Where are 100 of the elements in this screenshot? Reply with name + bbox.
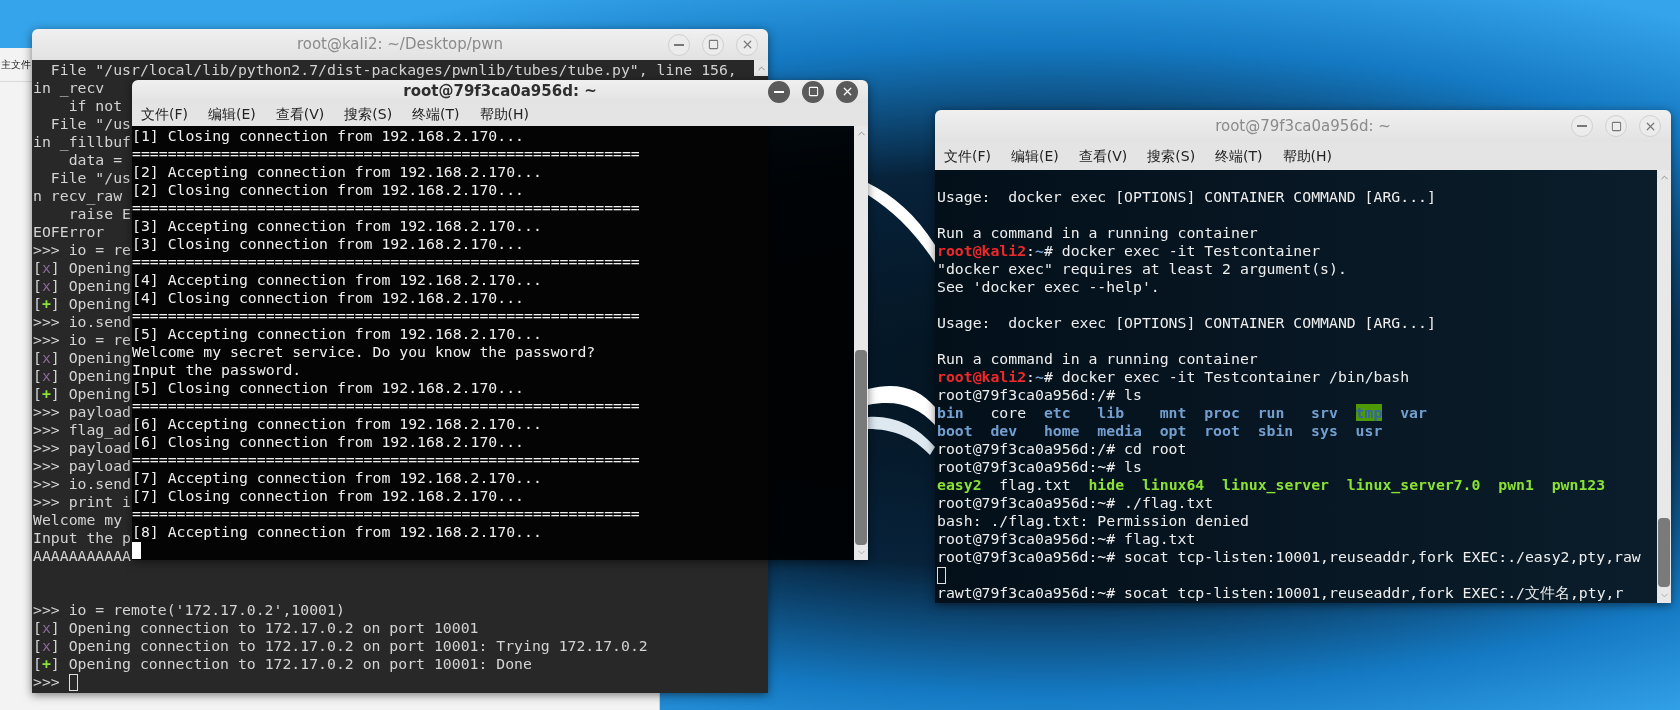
prompt-text: >>> [33,673,60,691]
menu-item[interactable]: 查看(V) [274,104,326,125]
terminal-line: [5] Accepting connection from 192.168.2.170... [132,325,542,343]
terminal-line: [+] Opening [33,295,132,313]
terminal-line: root@kali2:~# docker exec -it Testcontainer /bin/bash [937,368,1410,386]
terminal-line: [8] Accepting connection from 192.168.2.170... [132,523,542,541]
minimize-button[interactable] [1571,115,1593,137]
terminal-line: root@79f3ca0a956d:~# socat tcp-listen:10001,reuseaddr,fork EXEC:./easy2,pty,raw [937,548,1641,566]
minimize-button[interactable] [768,80,790,103]
terminal-line: ========================================================= [132,307,640,325]
terminal-line: [x] Opening [33,277,132,295]
terminal-line: root@79f3ca0a956d:/# cd root [937,440,1187,458]
menu-item[interactable]: 搜索(S) [1146,145,1197,167]
scrollbar[interactable] [854,126,868,560]
file-name: hide [1088,476,1125,494]
terminal-line: [x] Opening [33,367,132,385]
terminal-line: >>> io.send [33,313,131,331]
terminal-line: Usage: docker exec [OPTIONS] CONTAINER COMMAND [ARG...] [937,188,1436,206]
terminal-line: root@79f3ca0a956d:~# ./flag.txt [937,494,1214,512]
terminal-line: >>> payload [33,403,131,421]
file-name: pwn1 [1498,476,1534,494]
terminal-line: [4] Closing connection from 192.168.2.170... [132,289,524,307]
terminal-line: in _fillbuf [33,133,131,151]
file-name: run [1257,404,1285,421]
file-name: root [1204,422,1240,439]
terminal-line: [+] Opening [33,385,132,403]
scrollbar[interactable] [1657,170,1671,603]
menu-item[interactable]: 帮助(H) [478,104,531,125]
terminal-line: [x] Opening [33,259,132,277]
terminal-line: root@kali2:~# docker exec -it Testcontainer [937,242,1321,260]
file-name: mnt [1159,404,1187,421]
terminal-line: [1] Closing connection from 192.168.2.170... [132,127,524,145]
terminal-line: [4] Accepting connection from 192.168.2.170... [132,271,542,289]
file-name: linux64 [1141,476,1205,494]
terminal-line: [3] Accepting connection from 192.168.2.170... [132,217,542,235]
file-name: bin [937,404,964,421]
menu-item[interactable]: 终端(T) [411,104,461,125]
minimize-icon [674,43,684,46]
terminal-line: in _recv [33,79,105,97]
terminal-line: >>> io = remote('172.17.0.2',10001) [33,601,345,619]
terminal-line: Input the password. [132,361,302,379]
menu-item[interactable]: 搜索(S) [343,104,394,125]
terminal-line: >>> flag_ad [33,421,131,439]
file-name: easy2 [937,476,982,494]
terminal-line: File "/us [49,169,131,187]
terminal-line: "docker exec" requires at least 2 argument(s). [937,260,1347,278]
terminal-line: root@79f3ca0a956d:/# ls [937,386,1142,404]
terminal-line: root@79f3ca0a956d:~# ls [937,458,1142,476]
terminal-line: ========================================================= [132,397,640,415]
file-name: tmp [1355,404,1383,421]
scrollbar-thumb[interactable] [1658,518,1670,588]
maximize-button[interactable] [802,80,824,103]
terminal-line: File "/usr/local/lib/python2.7/dist-packages/pwnlib/tubes/tube.py", line 156, [49,61,737,79]
close-button[interactable] [736,33,758,56]
terminal-line: [+] Opening connection to 172.17.0.2 on port 10001: Done [33,655,532,673]
maximize-button[interactable] [702,33,724,56]
file-name: opt [1159,422,1187,439]
scrollbar-thumb[interactable] [855,349,867,545]
terminal-line: ========================================================= [132,145,640,163]
minimize-button[interactable] [668,33,690,56]
file-name: dev [990,422,1018,439]
terminal-line: File "/us [49,115,131,133]
maximize-icon [807,86,819,97]
menu-item[interactable]: 终端(T) [1214,145,1264,167]
window-title: root@kali2: ~/Desktop/pwn [296,34,504,56]
terminal-line: Welcome my [33,511,123,529]
terminal-line: [5] Closing connection from 192.168.2.170... [132,379,524,397]
terminal-line: >>> payload [33,439,131,457]
menu-item[interactable]: 编辑(E) [207,104,257,125]
menu-item[interactable]: 文件(F) [943,145,992,167]
terminal-line: [x] Opening [33,349,132,367]
terminal-line: ========================================================= [132,505,640,523]
menu-item[interactable]: 帮助(H) [1281,145,1334,167]
terminal-line: if not [67,97,123,115]
close-button[interactable] [836,80,858,103]
terminal-line: >>> io = re [33,331,131,349]
terminal-line: [7] Accepting connection from 192.168.2.170... [132,469,542,487]
terminal-line: AAAAAAAAAAA [33,547,131,565]
terminal-line: >>> io.send [33,475,131,493]
folder-label: 主文件 [1,58,31,72]
file-name: sys [1311,422,1338,439]
file-name: usr [1355,422,1383,439]
terminal-line: [6] Closing connection from 192.168.2.170... [132,433,524,451]
file-name: linux_server7.0 [1346,476,1481,494]
terminal-line: [7] Closing connection from 192.168.2.170... [132,487,524,505]
terminal-line: ========================================================= [132,199,640,217]
terminal-line: Input the p [33,529,131,547]
menu-item[interactable]: 编辑(E) [1010,145,1060,167]
terminal-line: Welcome my secret service. Do you know the password? [132,343,596,361]
minimize-icon [1577,125,1587,127]
file-name: var [1400,404,1427,421]
terminal-line: [x] Opening connection to 172.17.0.2 on port 10001: Trying 172.17.0.2 [33,637,648,655]
maximize-button[interactable] [1605,115,1627,137]
terminal-line: data = [67,151,123,169]
menu-item[interactable]: 查看(V) [1077,145,1129,167]
terminal-line: [3] Closing connection from 192.168.2.170... [132,235,524,253]
terminal-line: See 'docker exec --help'. [937,278,1160,296]
close-button[interactable] [1639,115,1661,137]
terminal-line: EOFError [33,223,105,241]
menu-item[interactable]: 文件(F) [140,104,189,125]
